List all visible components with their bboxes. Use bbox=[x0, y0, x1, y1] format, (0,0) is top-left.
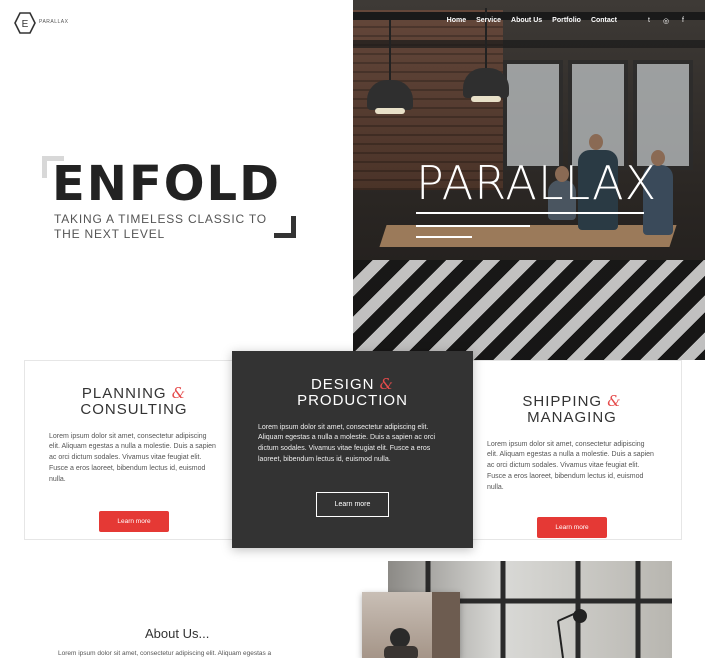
logo-text: PARALLAX bbox=[39, 19, 69, 25]
social-links: t ◎ f bbox=[645, 17, 687, 25]
card-text: Lorem ipsum dolor sit amet, consectetur … bbox=[487, 440, 654, 491]
card-text: Lorem ipsum dolor sit amet, consectetur … bbox=[49, 432, 216, 483]
card-title: PLANNING & CONSULTING bbox=[80, 384, 188, 418]
nav-portfolio[interactable]: Portfolio bbox=[552, 17, 581, 24]
dribbble-icon[interactable]: ◎ bbox=[662, 17, 670, 25]
learn-more-button[interactable]: Learn more bbox=[315, 491, 390, 517]
hero-title: ENFOLD bbox=[52, 156, 281, 212]
learn-more-button[interactable]: Learn more bbox=[537, 516, 607, 538]
parallax-title: PARALLAX bbox=[416, 156, 658, 210]
nav-about-us[interactable]: About Us bbox=[511, 17, 542, 24]
person-head bbox=[589, 134, 603, 150]
about-text: Lorem ipsum dolor sit amet, consectetur … bbox=[58, 650, 272, 657]
twitter-icon[interactable]: t bbox=[645, 17, 653, 25]
service-card-planning: PLANNING & CONSULTING Lorem ipsum dolor … bbox=[49, 384, 219, 532]
parallax-line bbox=[416, 225, 530, 227]
service-card-shipping: SHIPPING & MANAGING Lorem ipsum dolor si… bbox=[487, 392, 657, 538]
card-title: SHIPPING & MANAGING bbox=[522, 392, 622, 426]
striped-floor bbox=[353, 260, 705, 360]
pendant-lamp bbox=[367, 20, 413, 114]
card-text: Lorem ipsum dolor sit amet, consectetur … bbox=[258, 423, 436, 464]
main-nav: Home Service About Us Portfolio Contact bbox=[447, 17, 617, 24]
service-card-design: DESIGN & PRODUCTION Lorem ipsum dolor si… bbox=[232, 351, 473, 548]
learn-more-button[interactable]: Learn more bbox=[99, 510, 169, 532]
hero-subtitle: TAKING A TIMELESS CLASSIC TO THE NEXT LE… bbox=[54, 212, 267, 241]
person-illustration bbox=[384, 592, 460, 658]
svg-text:E: E bbox=[22, 19, 29, 30]
nav-contact[interactable]: Contact bbox=[591, 17, 617, 24]
bracket-bottom-right bbox=[274, 216, 296, 238]
hexagon-logo-icon: E bbox=[14, 12, 36, 34]
window bbox=[503, 60, 563, 170]
pendant-lamp bbox=[463, 8, 509, 102]
nav-service[interactable]: Service bbox=[476, 17, 501, 24]
card-title: DESIGN & PRODUCTION bbox=[297, 375, 408, 409]
facebook-icon[interactable]: f bbox=[679, 17, 687, 25]
about-title: About Us... bbox=[145, 626, 210, 641]
ceiling-beam bbox=[353, 40, 705, 48]
nav-home[interactable]: Home bbox=[447, 17, 466, 24]
parallax-line bbox=[416, 236, 472, 238]
person-photo bbox=[362, 592, 460, 658]
parallax-line bbox=[416, 212, 644, 214]
